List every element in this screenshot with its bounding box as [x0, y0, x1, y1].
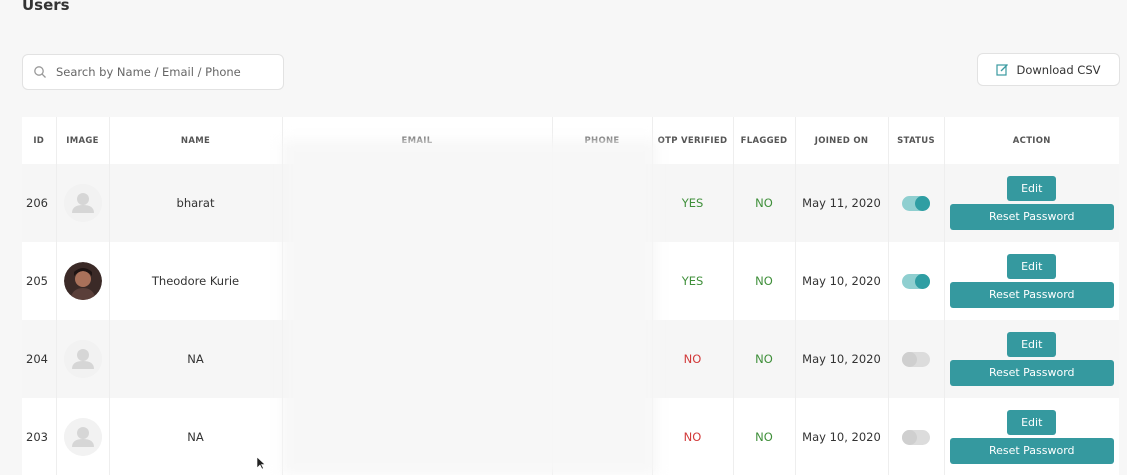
page-title: Users: [22, 0, 70, 14]
row-name: bharat: [109, 164, 283, 242]
column-header-id: ID: [22, 117, 57, 164]
column-header-status: STATUS: [888, 117, 945, 164]
column-header-image: IMAGE: [56, 117, 110, 164]
row-status: [888, 164, 945, 242]
row-image: [56, 320, 110, 398]
status-toggle[interactable]: [902, 351, 930, 367]
row-flagged: NO: [733, 242, 796, 320]
user-placeholder-icon: [63, 184, 102, 222]
edit-button[interactable]: Edit: [1007, 410, 1057, 435]
row-actions: Edit Reset Password: [944, 242, 1119, 320]
toggle-knob: [915, 273, 930, 289]
search-input[interactable]: [56, 65, 271, 79]
edit-button[interactable]: Edit: [1007, 176, 1057, 201]
avatar: [63, 340, 102, 378]
row-image: [56, 398, 110, 475]
search-icon: [34, 66, 46, 78]
mouse-cursor-icon: [256, 456, 266, 470]
download-csv-label: Download CSV: [1016, 62, 1101, 77]
redaction-blur: [282, 140, 657, 475]
row-otp-verified: YES: [652, 164, 734, 242]
row-joined-on: May 11, 2020: [795, 164, 889, 242]
row-name: Theodore Kurie: [109, 242, 283, 320]
toggle-knob: [902, 429, 917, 445]
row-status: [888, 242, 945, 320]
edit-doc-icon: [996, 64, 1009, 76]
row-actions: Edit Reset Password: [944, 398, 1119, 475]
row-otp-verified: YES: [652, 242, 734, 320]
status-toggle[interactable]: [902, 429, 930, 445]
edit-button[interactable]: Edit: [1007, 332, 1057, 357]
reset-password-button[interactable]: Reset Password: [949, 204, 1114, 230]
toggle-knob: [902, 351, 917, 367]
row-name: NA: [109, 320, 283, 398]
row-flagged: NO: [733, 320, 796, 398]
status-toggle[interactable]: [902, 195, 930, 211]
avatar: [63, 418, 102, 456]
row-id: 205: [22, 242, 57, 320]
row-status: [888, 398, 945, 475]
search-box[interactable]: [22, 54, 284, 90]
row-id: 204: [22, 320, 57, 398]
row-actions: Edit Reset Password: [944, 320, 1119, 398]
row-otp-verified: NO: [652, 320, 734, 398]
row-image: [56, 242, 110, 320]
reset-password-button[interactable]: Reset Password: [949, 360, 1114, 386]
row-joined-on: May 10, 2020: [795, 242, 889, 320]
column-header-otp-verified: OTP VERIFIED: [652, 117, 734, 164]
column-header-action: ACTION: [1012, 135, 1051, 146]
user-photo-icon: [63, 262, 102, 300]
row-otp-verified: NO: [652, 398, 734, 475]
user-placeholder-icon: [63, 418, 102, 456]
row-status: [888, 320, 945, 398]
row-flagged: NO: [733, 398, 796, 475]
reset-password-button[interactable]: Reset Password: [949, 282, 1114, 308]
toggle-knob: [915, 195, 930, 211]
user-placeholder-icon: [63, 340, 102, 378]
download-csv-button[interactable]: Download CSV: [977, 53, 1120, 86]
row-joined-on: May 10, 2020: [795, 398, 889, 475]
column-header-flagged: FLAGGED: [733, 117, 796, 164]
row-actions: Edit Reset Password: [944, 164, 1119, 242]
row-image: [56, 164, 110, 242]
row-joined-on: May 10, 2020: [795, 320, 889, 398]
avatar: [63, 262, 102, 300]
status-toggle[interactable]: [902, 273, 930, 289]
row-id: 206: [22, 164, 57, 242]
reset-password-button[interactable]: Reset Password: [949, 438, 1114, 464]
row-id: 203: [22, 398, 57, 475]
avatar: [63, 184, 102, 222]
column-header-name: NAME: [109, 117, 283, 164]
edit-button[interactable]: Edit: [1007, 254, 1057, 279]
row-flagged: NO: [733, 164, 796, 242]
column-header-joined-on: JOINED ON: [795, 117, 889, 164]
